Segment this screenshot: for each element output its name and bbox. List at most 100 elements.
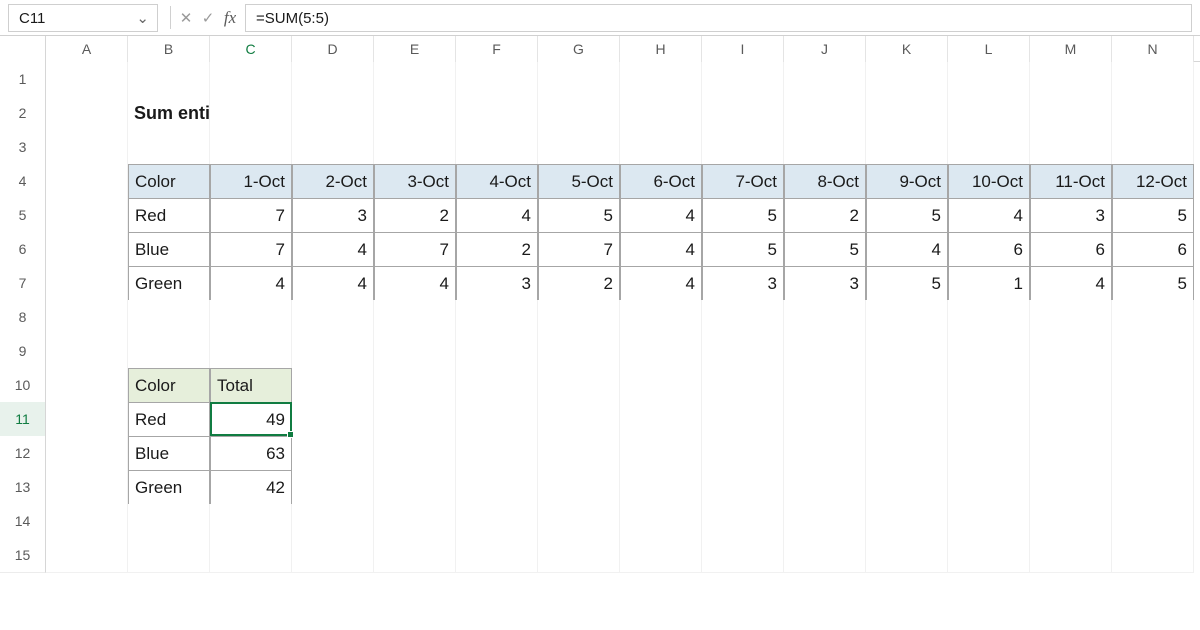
cell-G15[interactable] [538, 538, 620, 573]
cell-J4[interactable]: 8-Oct [784, 164, 866, 200]
row-header-3[interactable]: 3 [0, 130, 46, 165]
select-all-corner[interactable] [0, 36, 46, 62]
cell-H3[interactable] [620, 130, 702, 165]
cell-J15[interactable] [784, 538, 866, 573]
cell-A15[interactable] [46, 538, 128, 573]
cell-G4[interactable]: 5-Oct [538, 164, 620, 200]
chevron-down-icon[interactable]: ⌄ [136, 9, 149, 27]
cell-N12[interactable] [1112, 436, 1194, 472]
cell-I13[interactable] [702, 470, 784, 506]
cell-J10[interactable] [784, 368, 866, 404]
cell-H7[interactable]: 4 [620, 266, 702, 302]
cell-L14[interactable] [948, 504, 1030, 539]
cell-N15[interactable] [1112, 538, 1194, 573]
cell-C11[interactable]: 49 [210, 402, 292, 438]
cell-K14[interactable] [866, 504, 948, 539]
cell-A14[interactable] [46, 504, 128, 539]
cell-C15[interactable] [210, 538, 292, 573]
cell-M5[interactable]: 3 [1030, 198, 1112, 234]
name-box[interactable]: C11 ⌄ [8, 4, 158, 32]
cell-C8[interactable] [210, 300, 292, 335]
cell-J14[interactable] [784, 504, 866, 539]
cell-J13[interactable] [784, 470, 866, 506]
col-header-D[interactable]: D [292, 36, 374, 62]
cell-M10[interactable] [1030, 368, 1112, 404]
cell-A9[interactable] [46, 334, 128, 369]
cell-D2[interactable] [292, 96, 374, 131]
cell-M4[interactable]: 11-Oct [1030, 164, 1112, 200]
cell-D11[interactable] [292, 402, 374, 438]
cell-B15[interactable] [128, 538, 210, 573]
cell-D6[interactable]: 4 [292, 232, 374, 268]
cell-J2[interactable] [784, 96, 866, 131]
cell-L12[interactable] [948, 436, 1030, 472]
cell-A13[interactable] [46, 470, 128, 506]
cell-F1[interactable] [456, 62, 538, 97]
cell-A12[interactable] [46, 436, 128, 472]
cell-K11[interactable] [866, 402, 948, 438]
cell-G8[interactable] [538, 300, 620, 335]
cell-F12[interactable] [456, 436, 538, 472]
cell-F9[interactable] [456, 334, 538, 369]
cell-A2[interactable] [46, 96, 128, 131]
cell-H8[interactable] [620, 300, 702, 335]
cell-J11[interactable] [784, 402, 866, 438]
cell-C4[interactable]: 1-Oct [210, 164, 292, 200]
cell-H4[interactable]: 6-Oct [620, 164, 702, 200]
cell-B9[interactable] [128, 334, 210, 369]
cell-N10[interactable] [1112, 368, 1194, 404]
cell-H1[interactable] [620, 62, 702, 97]
cell-L6[interactable]: 6 [948, 232, 1030, 268]
cell-C2[interactable] [210, 96, 292, 131]
col-header-I[interactable]: I [702, 36, 784, 62]
cell-E7[interactable]: 4 [374, 266, 456, 302]
cell-F6[interactable]: 2 [456, 232, 538, 268]
cell-M13[interactable] [1030, 470, 1112, 506]
cell-E11[interactable] [374, 402, 456, 438]
cell-B5[interactable]: Red [128, 198, 210, 234]
cell-N4[interactable]: 12-Oct [1112, 164, 1194, 200]
cell-E10[interactable] [374, 368, 456, 404]
cell-C10[interactable]: Total [210, 368, 292, 404]
cell-F14[interactable] [456, 504, 538, 539]
cell-K12[interactable] [866, 436, 948, 472]
cell-E14[interactable] [374, 504, 456, 539]
cell-L11[interactable] [948, 402, 1030, 438]
cell-F7[interactable]: 3 [456, 266, 538, 302]
cell-N5[interactable]: 5 [1112, 198, 1194, 234]
row-header-11[interactable]: 11 [0, 402, 46, 438]
cell-D7[interactable]: 4 [292, 266, 374, 302]
col-header-H[interactable]: H [620, 36, 702, 62]
cell-M9[interactable] [1030, 334, 1112, 369]
cell-B8[interactable] [128, 300, 210, 335]
col-header-M[interactable]: M [1030, 36, 1112, 62]
cell-B14[interactable] [128, 504, 210, 539]
cell-L5[interactable]: 4 [948, 198, 1030, 234]
cell-G10[interactable] [538, 368, 620, 404]
cell-L15[interactable] [948, 538, 1030, 573]
cell-K7[interactable]: 5 [866, 266, 948, 302]
cell-K4[interactable]: 9-Oct [866, 164, 948, 200]
cell-N2[interactable] [1112, 96, 1194, 131]
cell-A4[interactable] [46, 164, 128, 200]
cell-G5[interactable]: 5 [538, 198, 620, 234]
cell-J8[interactable] [784, 300, 866, 335]
cell-C1[interactable] [210, 62, 292, 97]
cell-A10[interactable] [46, 368, 128, 404]
cell-H6[interactable]: 4 [620, 232, 702, 268]
col-header-E[interactable]: E [374, 36, 456, 62]
cell-C12[interactable]: 63 [210, 436, 292, 472]
cell-F2[interactable] [456, 96, 538, 131]
row-header-1[interactable]: 1 [0, 62, 46, 97]
cell-D12[interactable] [292, 436, 374, 472]
cell-H15[interactable] [620, 538, 702, 573]
cell-G7[interactable]: 2 [538, 266, 620, 302]
cell-M11[interactable] [1030, 402, 1112, 438]
row-header-10[interactable]: 10 [0, 368, 46, 404]
cell-D3[interactable] [292, 130, 374, 165]
cell-F5[interactable]: 4 [456, 198, 538, 234]
accept-icon[interactable]: ✓ [197, 0, 219, 35]
cell-C3[interactable] [210, 130, 292, 165]
cell-I14[interactable] [702, 504, 784, 539]
cell-B1[interactable] [128, 62, 210, 97]
